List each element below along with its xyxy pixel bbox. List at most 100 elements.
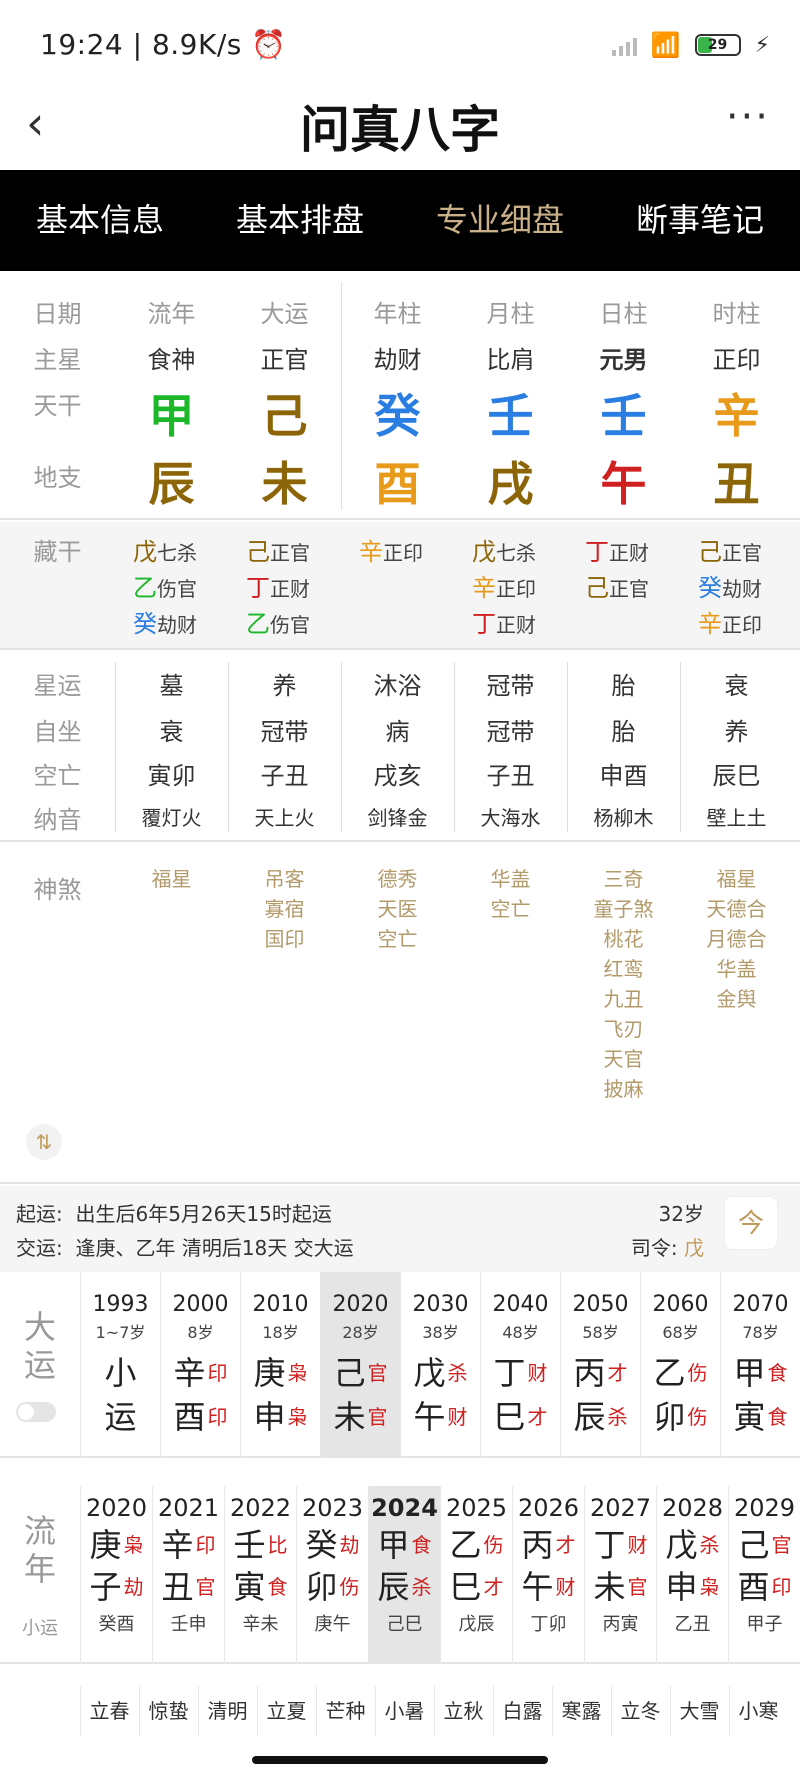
dayun-gan-shishen: 官	[367, 1360, 388, 1385]
dayun-item[interactable]: 2050 58岁丙才辰杀	[560, 1272, 640, 1458]
jieqi-item[interactable]: 寒露	[552, 1686, 610, 1736]
dayun-year: 2060	[652, 1292, 709, 1317]
dayun-item[interactable]: 2010 18岁庚枭申枭	[240, 1272, 320, 1458]
signal-icon	[611, 34, 637, 56]
liunian-year: 2024	[371, 1494, 438, 1522]
dayun-item[interactable]: 2030 38岁戊杀午财	[400, 1272, 480, 1458]
liunian-item[interactable]: 2022 壬比寅食辛未	[224, 1486, 296, 1664]
calendar-icon[interactable]: 今	[724, 1196, 778, 1250]
dayun-item[interactable]: 2000 8岁辛印酉印	[160, 1272, 240, 1458]
dayun-gan: 小	[104, 1354, 137, 1392]
liunian-zhi-row: 辰杀	[369, 1564, 440, 1606]
liunian-zhi-row: 午财	[513, 1564, 584, 1606]
shensha-item: 吊客	[264, 867, 305, 891]
hidden-stem-gan: 乙	[133, 574, 157, 602]
pillar-header: 年柱	[373, 300, 422, 328]
hidden-stem: 癸劫财	[133, 604, 197, 639]
dayun-zhi-row: 运	[81, 1395, 160, 1436]
hidden-stem-shishen: 劫财	[157, 613, 197, 637]
dayun-zhi-shishen: 伤	[687, 1404, 708, 1429]
jieqi-item[interactable]: 小暑	[375, 1686, 433, 1736]
home-indicator[interactable]	[252, 1756, 548, 1764]
liunian-zhi-row: 申枭	[657, 1564, 728, 1606]
pillar-main-star: 正印	[712, 346, 761, 374]
hidden-stem-gan: 辛	[698, 610, 722, 638]
liunian-item[interactable]: 2024 甲食辰杀己巳	[368, 1486, 440, 1664]
jieqi-item[interactable]: 立冬	[611, 1686, 669, 1736]
jieqi-item[interactable]: 白露	[493, 1686, 551, 1736]
dayun-year: 2050	[572, 1292, 629, 1317]
liunian-gan-row: 己官	[729, 1522, 800, 1564]
sort-icon[interactable]: ⇅	[26, 1124, 62, 1160]
liunian-item[interactable]: 2020 庚枭子劫癸酉	[80, 1486, 152, 1664]
liunian-label: 流年	[23, 1512, 56, 1588]
liunian-zhi-shishen: 食	[267, 1574, 288, 1599]
title-bar: ‹ 问真八字 ···	[0, 80, 800, 170]
liunian-zhi-shishen: 劫	[123, 1574, 144, 1599]
liunian-item[interactable]: 2025 乙伤巳才戊辰	[440, 1486, 512, 1664]
dayun-year: 2070	[732, 1292, 789, 1317]
pillar-tiangan: 辛	[713, 389, 760, 443]
hidden-stem-gan: 己	[698, 538, 722, 566]
row-label-xingyun: 星运	[33, 672, 82, 700]
dayun-age: 38岁	[422, 1323, 459, 1342]
liunian-item[interactable]: 2021 辛印丑官壬申	[152, 1486, 224, 1664]
dayun-zhi: 巳	[493, 1398, 526, 1436]
dayun-toggle[interactable]	[16, 1402, 56, 1422]
dayun-zhi-shishen: 杀	[607, 1404, 628, 1429]
liunian-gan: 癸	[305, 1526, 338, 1564]
liunian-item[interactable]: 2026 丙才午财丁卯	[512, 1486, 584, 1664]
liunian-item[interactable]: 2027 丁财未官丙寅	[584, 1486, 656, 1664]
liunian-year: 2027	[589, 1494, 652, 1522]
tab-3[interactable]: 断事笔记	[600, 170, 800, 271]
dayun-zhi-shishen: 才	[527, 1404, 548, 1429]
status-icons: 📶 29 ⚡	[611, 30, 770, 60]
jieqi-item[interactable]: 立秋	[434, 1686, 492, 1736]
jieqi-item[interactable]: 小寒	[729, 1686, 787, 1736]
pillar-header: 大运	[260, 300, 309, 328]
tab-0[interactable]: 基本信息	[0, 170, 200, 271]
liunian-zhi: 寅	[233, 1568, 266, 1606]
dayun-zhi: 辰	[573, 1398, 606, 1436]
dayun-item[interactable]: 2060 68岁乙伤卯伤	[640, 1272, 720, 1458]
tab-1[interactable]: 基本排盘	[200, 170, 400, 271]
dayun-item[interactable]: 1993 1~7岁小运	[80, 1272, 160, 1458]
more-icon[interactable]: ···	[726, 94, 770, 140]
dayun-age: 28岁	[342, 1323, 379, 1342]
dayun-gan: 丙	[573, 1354, 606, 1392]
dayun-item[interactable]: 2020 28岁己官未官	[320, 1272, 400, 1458]
shensha-item: 天德合	[706, 897, 767, 921]
jieqi-item[interactable]: 惊蛰	[139, 1686, 197, 1736]
dayun-item[interactable]: 2070 78岁甲食寅食	[720, 1272, 800, 1458]
liunian-item[interactable]: 2028 戊杀申枭乙丑	[656, 1486, 728, 1664]
jieqi-item[interactable]: 大雪	[670, 1686, 728, 1736]
alarm-icon: ⏰	[251, 28, 287, 61]
tab-2[interactable]: 专业细盘	[400, 170, 600, 271]
hidden-stem-shishen: 正财	[609, 541, 649, 565]
pillar-main-star: 正官	[260, 346, 309, 374]
hidden-stem: 己正官	[246, 532, 310, 567]
jieqi-item[interactable]: 芒种	[316, 1686, 374, 1736]
xiaoyun-ganzhi: 戊辰	[458, 1614, 495, 1635]
pillar-zizuo: 养	[724, 718, 749, 746]
hidden-stem: 己正官	[698, 532, 762, 567]
pillar-dizhi: 未	[261, 457, 308, 511]
pillar-nayin: 壁上土	[706, 806, 767, 830]
dayun-age: 8岁	[187, 1323, 214, 1342]
liunian-item[interactable]: 2023 癸劫卯伤庚午	[296, 1486, 368, 1664]
row-label-shensha: 神煞	[33, 876, 82, 904]
jieqi-item[interactable]: 清明	[198, 1686, 256, 1736]
pillar-xingyun: 胎	[611, 672, 636, 700]
dayun-label: 大运	[23, 1308, 56, 1384]
dayun-gan-shishen: 财	[527, 1360, 548, 1385]
dayun-year: 2020	[332, 1292, 389, 1317]
liunian-item[interactable]: 2029 己官酉印甲子	[728, 1486, 800, 1664]
qiyun-section: 起运: 出生后6年5月26天15时起运 交运: 逢庚、乙年 清明后18天 交大运…	[0, 1186, 800, 1272]
hidden-stem-gan: 戊	[472, 538, 496, 566]
jieqi-item[interactable]: 立春	[80, 1686, 138, 1736]
dayun-year: 2000	[172, 1292, 229, 1317]
liunian-zhi-shishen: 官	[195, 1574, 216, 1599]
jieqi-item[interactable]: 立夏	[257, 1686, 315, 1736]
dayun-item[interactable]: 2040 48岁丁财巳才	[480, 1272, 560, 1458]
liunian-year: 2023	[301, 1494, 364, 1522]
